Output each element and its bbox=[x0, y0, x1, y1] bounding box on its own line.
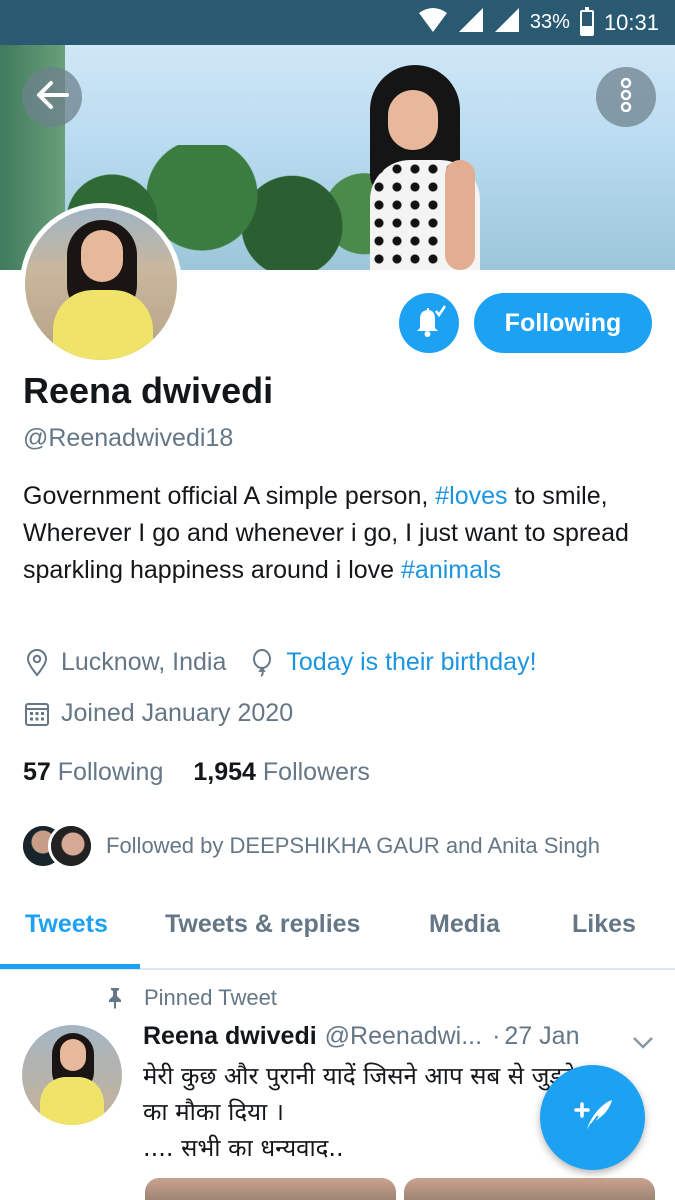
tweet-author-handle[interactable]: @Reenadwi... bbox=[325, 1022, 482, 1051]
status-bar: 33% 10:31 bbox=[0, 0, 675, 45]
profile-tabs: Tweets Tweets & replies Media Likes bbox=[0, 888, 675, 970]
hashtag-link[interactable]: #animals bbox=[401, 556, 501, 584]
more-options-button[interactable] bbox=[596, 67, 656, 127]
tab-likes[interactable]: Likes bbox=[572, 910, 636, 939]
birthday-text: Today is their birthday! bbox=[286, 648, 537, 676]
profile-name: Reena dwivedi bbox=[23, 370, 274, 411]
tab-tweets-replies[interactable]: Tweets & replies bbox=[165, 910, 360, 939]
profile-meta-joined: Joined January 2020 bbox=[23, 699, 293, 728]
tweet-separator: · bbox=[492, 1022, 501, 1050]
profile-avatar[interactable] bbox=[20, 203, 182, 365]
following-count-link[interactable]: 57 Following bbox=[23, 758, 163, 787]
tweet-media[interactable] bbox=[145, 1178, 655, 1200]
tweet-image[interactable] bbox=[145, 1178, 396, 1200]
location-pin-icon bbox=[23, 648, 51, 677]
following-button[interactable]: Following bbox=[474, 293, 652, 353]
tab-tweets[interactable]: Tweets bbox=[25, 910, 108, 939]
balloon-icon bbox=[248, 648, 276, 677]
back-button[interactable] bbox=[22, 67, 82, 127]
followed-by-text: Followed by DEEPSHIKHA GAUR and Anita Si… bbox=[106, 833, 601, 858]
followers-label: Followers bbox=[262, 758, 370, 786]
followers-count: 1,954 bbox=[193, 758, 256, 786]
location-text: Lucknow, India bbox=[61, 648, 227, 676]
battery-icon bbox=[579, 6, 594, 36]
hashtag-link[interactable]: #loves bbox=[435, 482, 507, 510]
wifi-icon bbox=[418, 7, 448, 38]
profile-bio: Government official A simple person, #lo… bbox=[23, 478, 653, 589]
pinned-tweet-label: Pinned Tweet bbox=[100, 985, 277, 1011]
active-tab-indicator bbox=[0, 964, 140, 969]
bio-text: Government official A simple person, bbox=[23, 482, 436, 510]
more-vertical-icon bbox=[619, 77, 633, 117]
followers-count-link[interactable]: 1,954 Followers bbox=[193, 758, 370, 787]
following-label: Following bbox=[57, 758, 164, 786]
tweet-avatar[interactable] bbox=[22, 1025, 122, 1125]
signal-icon bbox=[458, 7, 484, 38]
pinned-text: Pinned Tweet bbox=[144, 985, 277, 1010]
tab-media[interactable]: Media bbox=[429, 910, 500, 939]
tweet-image[interactable] bbox=[404, 1178, 655, 1200]
compose-tweet-button[interactable] bbox=[540, 1065, 645, 1170]
calendar-icon bbox=[23, 700, 51, 728]
avatar bbox=[48, 823, 94, 869]
profile-handle: @Reenadwivedi18 bbox=[23, 424, 234, 452]
profile-stats: 57 Following 1,954 Followers bbox=[23, 758, 370, 787]
battery-percentage: 33% bbox=[529, 11, 570, 33]
pin-icon bbox=[100, 987, 130, 1009]
notifications-button[interactable] bbox=[399, 293, 459, 353]
profile-meta-location: Lucknow, India Today is their birthday! bbox=[23, 648, 537, 677]
clock: 10:31 bbox=[603, 9, 659, 35]
tweet-date[interactable]: 27 Jan bbox=[504, 1022, 579, 1051]
tweet-header: Reena dwivedi @Reenadwi... · 27 Jan bbox=[143, 1022, 658, 1051]
bell-check-icon bbox=[411, 303, 447, 344]
compose-feather-icon bbox=[568, 1090, 618, 1145]
joined-text: Joined January 2020 bbox=[61, 699, 294, 727]
following-count: 57 bbox=[23, 758, 51, 786]
followed-by[interactable]: Followed by DEEPSHIKHA GAUR and Anita Si… bbox=[20, 823, 600, 869]
tweet-author-name[interactable]: Reena dwivedi bbox=[143, 1022, 317, 1051]
signal-icon bbox=[494, 7, 520, 38]
arrow-left-icon bbox=[35, 80, 69, 115]
chevron-down-icon[interactable] bbox=[632, 1028, 654, 1057]
